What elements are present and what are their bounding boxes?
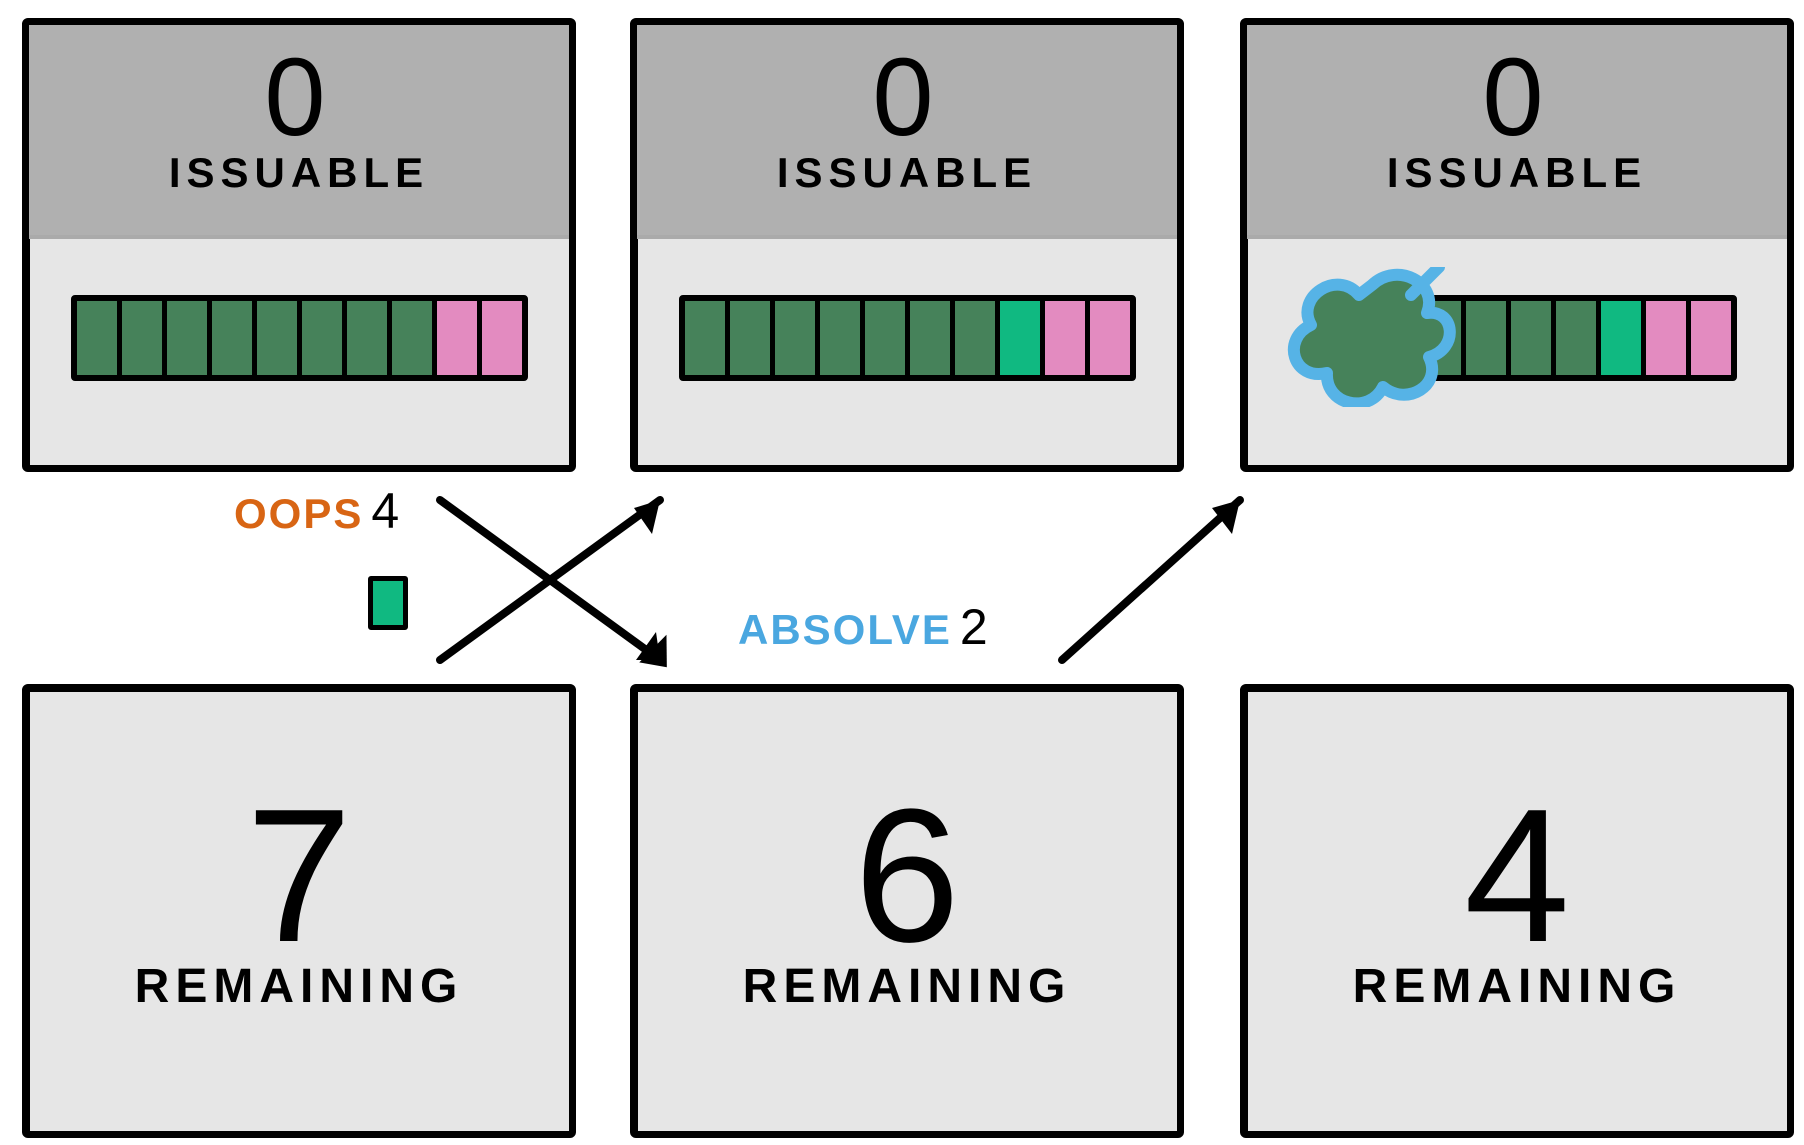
progress-bar bbox=[637, 295, 1177, 381]
bar-cell bbox=[212, 301, 257, 375]
oops-annotation: OOPS4 bbox=[234, 482, 401, 540]
bar-cell bbox=[1090, 301, 1130, 375]
bar-cell bbox=[1466, 301, 1511, 375]
oops-value: 4 bbox=[371, 483, 401, 539]
bar-cell bbox=[1045, 301, 1090, 375]
issuable-value: 0 bbox=[1247, 25, 1787, 153]
absolve-annotation: ABSOLVE2 bbox=[738, 598, 990, 656]
bar-cell bbox=[482, 301, 522, 375]
panel-bottom-3: 4 REMAINING bbox=[1240, 684, 1794, 1138]
issuable-label: ISSUABLE bbox=[29, 149, 569, 197]
bar-cell bbox=[910, 301, 955, 375]
bar-cell bbox=[77, 301, 122, 375]
remaining-label: REMAINING bbox=[637, 959, 1177, 1014]
absolve-label: ABSOLVE bbox=[738, 606, 952, 653]
panel-header: 0 ISSUABLE bbox=[1247, 25, 1787, 239]
panel-header: 0 ISSUABLE bbox=[637, 25, 1177, 239]
bar-cell bbox=[820, 301, 865, 375]
arrow-down-right-icon bbox=[440, 500, 672, 667]
issuable-label: ISSUABLE bbox=[1247, 149, 1787, 197]
remaining-label: REMAINING bbox=[1247, 959, 1787, 1014]
bar-cell bbox=[1691, 301, 1731, 375]
bar-cell bbox=[1601, 301, 1646, 375]
issuable-value: 0 bbox=[637, 25, 1177, 153]
bar-cell bbox=[122, 301, 167, 375]
panel-bottom-2: 6 REMAINING bbox=[630, 684, 1184, 1138]
bar-cell bbox=[685, 301, 730, 375]
progress-bar bbox=[29, 295, 569, 381]
bar-cell bbox=[302, 301, 347, 375]
bar-cell bbox=[257, 301, 302, 375]
bar-cell bbox=[1646, 301, 1691, 375]
bar-cell bbox=[775, 301, 820, 375]
puff-icon bbox=[1287, 267, 1457, 412]
bar-cell bbox=[167, 301, 212, 375]
panel-bottom-1: 7 REMAINING bbox=[22, 684, 576, 1138]
bar-cell bbox=[955, 301, 1000, 375]
oops-label: OOPS bbox=[234, 490, 363, 537]
remaining-label: REMAINING bbox=[29, 959, 569, 1014]
panel-header: 0 ISSUABLE bbox=[29, 25, 569, 239]
bar-cell bbox=[1556, 301, 1601, 375]
issuable-label: ISSUABLE bbox=[637, 149, 1177, 197]
bar-cell bbox=[392, 301, 437, 375]
arrow-up-right-icon bbox=[440, 500, 660, 660]
panel-top-2: 0 ISSUABLE bbox=[630, 18, 1184, 472]
issuable-value: 0 bbox=[29, 25, 569, 153]
remaining-value: 4 bbox=[1247, 691, 1787, 971]
panel-top-3: 0 ISSUABLE bbox=[1240, 18, 1794, 472]
remaining-value: 7 bbox=[29, 691, 569, 971]
bar-cell bbox=[437, 301, 482, 375]
token-icon bbox=[368, 576, 408, 630]
bar-cell bbox=[730, 301, 775, 375]
panel-top-1: 0 ISSUABLE bbox=[22, 18, 576, 472]
bar-cell bbox=[347, 301, 392, 375]
bar-cell bbox=[1000, 301, 1045, 375]
absolve-value: 2 bbox=[960, 599, 990, 655]
bar-cell bbox=[865, 301, 910, 375]
bar-cell bbox=[1511, 301, 1556, 375]
remaining-value: 6 bbox=[637, 691, 1177, 971]
arrow-up-right-icon bbox=[1062, 500, 1240, 660]
diagram-stage: 0 ISSUABLE 0 ISSUABLE 0 ISSUABLE bbox=[0, 0, 1804, 1145]
